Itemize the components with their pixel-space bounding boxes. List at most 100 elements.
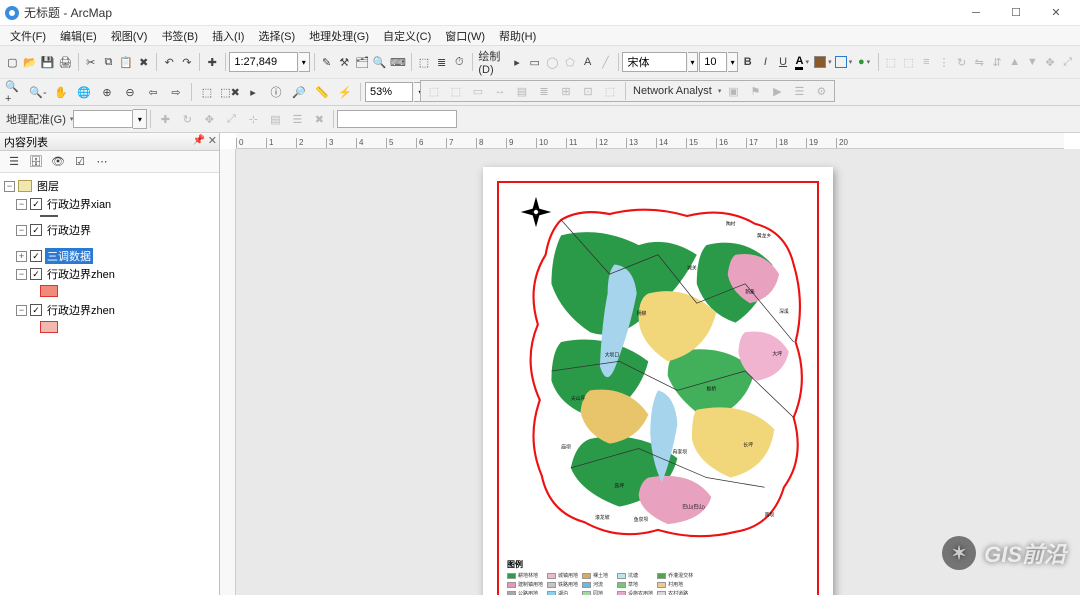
italic-button[interactable]: I [757,51,774,73]
expander-icon[interactable]: + [16,251,27,262]
find-button[interactable]: 🔎 [288,81,310,103]
layer-checkbox[interactable]: ✓ [30,250,42,262]
na-solve-button[interactable]: ▶ [767,81,787,101]
tree-layer[interactable]: + ✓ 三调数据 [4,247,215,265]
page-area[interactable]: 陶村黄龙乡城关新集杨柳深溪大坝口大坪尖山坪板桥庙坝冉家坝长坪高坪巴山(巴山)南坝… [236,149,1080,595]
expander-icon[interactable]: − [16,305,27,316]
expander-icon[interactable]: − [16,225,27,236]
open-button[interactable]: 📂 [22,51,39,73]
modelbuilder-button[interactable]: ⬚ [416,51,433,73]
flip-h-button[interactable]: ⇋ [971,51,988,73]
pan-button[interactable]: ✋ [50,81,72,103]
order-front-button[interactable]: ▲ [1006,51,1023,73]
font-size-dropdown[interactable]: ▾ [728,52,739,72]
na-props-button[interactable]: ⚙ [811,81,831,101]
menu-help[interactable]: 帮助(H) [493,26,542,46]
na-btn-8[interactable]: ⊡ [578,81,598,101]
georef-view-link-button[interactable]: ☰ [286,108,308,130]
menu-file[interactable]: 文件(F) [4,26,52,46]
na-btn-6[interactable]: ≣ [534,81,554,101]
next-extent-button[interactable]: ⇨ [165,81,187,103]
clear-selection-button[interactable]: ⬚✖ [219,81,241,103]
search-button[interactable]: 🔍 [371,51,388,73]
toc-options-button[interactable]: ⋯ [92,152,112,172]
map-frame[interactable]: 陶村黄龙乡城关新集杨柳深溪大坝口大坪尖山坪板桥庙坝冉家坝长坪高坪巴山(巴山)南坝… [497,181,819,595]
zoom-out-button[interactable]: 🔍- [27,81,49,103]
tree-layer[interactable]: − ✓ 行政边界zhen [4,301,215,319]
identify-button[interactable]: ⓘ [265,81,287,103]
close-button[interactable]: ✕ [1036,1,1076,25]
add-data-button[interactable]: ✚ [204,51,221,73]
na-btn-3[interactable]: ▭ [468,81,488,101]
toc-tree[interactable]: − 图层 − ✓ 行政边界xian − ✓ 行政边界 + ✓ 三调数据 [0,173,219,595]
draw-pointer-button[interactable]: ▸ [509,51,526,73]
toc-list-by-selection-button[interactable]: ☑ [70,152,90,172]
toc-pin-icon[interactable]: 📌 [193,135,205,146]
toc-list-by-visibility-button[interactable]: 👁 [48,152,68,172]
flip-v-button[interactable]: ⇵ [989,51,1006,73]
zoom-in-button[interactable]: 🔍+ [4,81,26,103]
georef-layer-select[interactable] [73,110,133,128]
draw-rect-button[interactable]: ▭ [526,51,543,73]
font-family-dropdown[interactable]: ▾ [688,52,699,72]
menu-bookmarks[interactable]: 书签(B) [155,26,204,46]
na-btn-5[interactable]: ▤ [512,81,532,101]
line-color-button[interactable]: ▾ [834,52,854,72]
underline-button[interactable]: U [775,51,792,73]
expander-icon[interactable]: − [16,199,27,210]
layout-view[interactable]: 01234567891011121314151617181920 [220,133,1080,595]
menu-view[interactable]: 视图(V) [105,26,154,46]
draw-polygon-button[interactable]: ⬠ [562,51,579,73]
tree-layer[interactable]: − ✓ 行政边界zhen [4,265,215,283]
layer-checkbox[interactable]: ✓ [30,268,42,280]
menu-insert[interactable]: 插入(I) [206,26,250,46]
layer-checkbox[interactable]: ✓ [30,304,42,316]
na-window-button[interactable]: ▣ [723,81,743,101]
measure-button[interactable]: 📏 [311,81,333,103]
size-button[interactable]: ⤢ [1059,51,1076,73]
draw-line-button[interactable]: ╱ [597,51,614,73]
distribute-button[interactable]: ⋮ [936,51,953,73]
fixed-zoom-out-button[interactable]: ⊖ [119,81,141,103]
na-btn-1[interactable]: ⬚ [424,81,444,101]
prev-extent-button[interactable]: ⇦ [142,81,164,103]
new-doc-button[interactable]: ▢ [4,51,21,73]
align-button[interactable]: ≡ [918,51,935,73]
georef-delete-link-button[interactable]: ✖ [308,108,330,130]
menu-windows[interactable]: 窗口(W) [439,26,491,46]
layout-zoom-input[interactable]: 53% [365,82,413,102]
georef-add-point-button[interactable]: ✚ [154,108,176,130]
georef-rotate-button[interactable]: ↻ [176,108,198,130]
maximize-button[interactable]: ☐ [996,1,1036,25]
font-family-select[interactable]: 宋体 [622,52,686,72]
georef-scale-button[interactable]: ⤢ [220,108,242,130]
na-btn-4[interactable]: ↔ [490,81,510,101]
catalog-button[interactable]: 🗂 [354,51,371,73]
python-button[interactable]: ⌨ [389,51,407,73]
na-btn-7[interactable]: ⊞ [556,81,576,101]
ungroup-button[interactable]: ⬚ [900,51,917,73]
fill-color-button[interactable]: ▾ [813,52,833,72]
select-elements-button[interactable]: ▸ [242,81,264,103]
marker-color-button[interactable]: ●▾ [854,52,874,72]
toc-list-by-source-button[interactable]: 🗄 [26,152,46,172]
save-button[interactable]: 💾 [39,51,56,73]
legend[interactable]: 图例 耕地林地城镇用地裸土地坑塘乔灌混交林建制镇用地铁路用地河流草地村用地公路用… [507,559,657,595]
hyperlink-button[interactable]: ⚡ [334,81,356,103]
rotate-button[interactable]: ↻ [953,51,970,73]
na-btn-9[interactable]: ⬚ [600,81,620,101]
cut-button[interactable]: ✂ [82,51,99,73]
georef-transformation-select[interactable] [337,110,457,128]
toc-list-by-drawing-button[interactable]: ☰ [4,152,24,172]
toc-close-icon[interactable]: ✕ [208,134,217,147]
toolbox-button[interactable]: ⚒ [336,51,353,73]
menu-edit[interactable]: 编辑(E) [54,26,103,46]
print-button[interactable]: 🖨 [57,51,74,73]
select-features-button[interactable]: ⬚ [196,81,218,103]
georef-shift-button[interactable]: ✥ [198,108,220,130]
na-directions-button[interactable]: ☰ [789,81,809,101]
menu-selection[interactable]: 选择(S) [252,26,301,46]
undo-button[interactable]: ↶ [161,51,178,73]
scale-dropdown[interactable]: ▾ [299,52,310,72]
menu-geoprocessing[interactable]: 地理处理(G) [303,26,375,46]
